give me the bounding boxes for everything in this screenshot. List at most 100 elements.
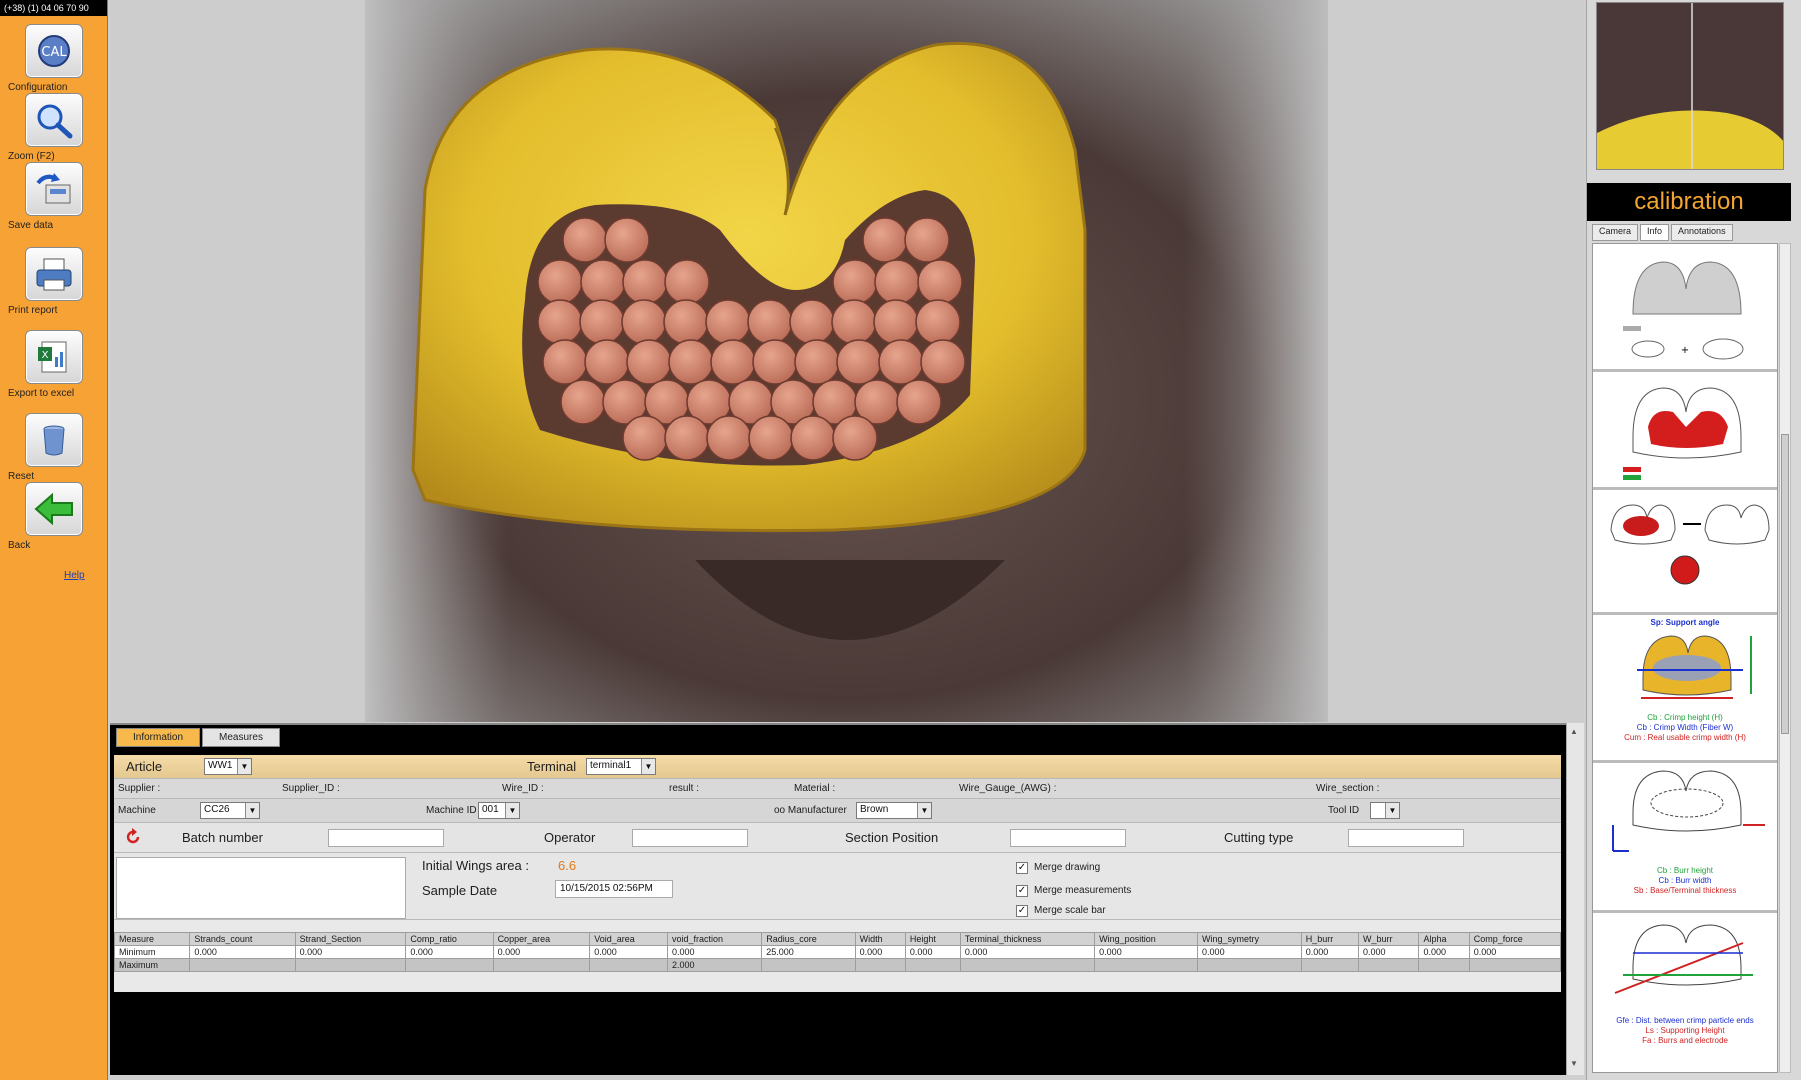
table-cell[interactable]: 0.000 — [1468, 945, 1562, 959]
column-header: Copper_area — [492, 932, 591, 946]
table-cell[interactable]: Maximum — [113, 958, 191, 972]
help-link[interactable]: Help — [64, 570, 85, 581]
copper-strand — [579, 299, 625, 345]
table-cell[interactable] — [294, 958, 407, 972]
table-cell[interactable]: 0.000 — [854, 945, 906, 959]
table-cell[interactable] — [492, 958, 591, 972]
copper-strand — [904, 217, 950, 263]
table-cell[interactable] — [1300, 958, 1360, 972]
copper-strand — [831, 299, 877, 345]
table-cell[interactable]: 0.000 — [189, 945, 296, 959]
guide-scrollbar[interactable] — [1779, 243, 1791, 1073]
back-button[interactable]: Back — [8, 482, 100, 551]
configuration-button[interactable]: CAL Configuration — [8, 24, 100, 93]
batch-number-input[interactable] — [328, 829, 444, 847]
wire-section-label: Wire_section : — [1316, 783, 1380, 794]
terminal-label: Terminal — [527, 759, 577, 774]
machine-row: Machine CC26 ▼ Machine ID 001 ▼ oo Manufac… — [114, 799, 1561, 823]
batch-row: Batch number Operator Section Position C… — [114, 823, 1561, 853]
information-panel: Information Measures Article WW1 ▼ Termin… — [110, 723, 1566, 1075]
table-cell[interactable]: 25.000 — [761, 945, 856, 959]
table-cell[interactable]: Minimum — [113, 945, 191, 959]
info-panel-scrollbar[interactable]: ▲ ▼ — [1566, 723, 1584, 1075]
table-cell[interactable] — [589, 958, 668, 972]
svg-text:CAL: CAL — [41, 45, 67, 60]
copper-strand — [878, 339, 924, 385]
merge-measurements-checkbox[interactable]: ✓ — [1016, 885, 1028, 897]
terminal-select[interactable]: terminal1 ▼ — [586, 758, 656, 775]
tab-annotations[interactable]: Annotations — [1671, 224, 1733, 241]
refresh-icon[interactable] — [123, 827, 143, 847]
table-cell[interactable] — [1468, 958, 1562, 972]
manufacturer-select[interactable]: Brown ▼ — [856, 802, 932, 819]
table-cell[interactable]: 0.000 — [1094, 945, 1199, 959]
scroll-up-icon[interactable]: ▲ — [1570, 727, 1578, 736]
export-excel-button[interactable]: X Export to excel — [8, 330, 100, 399]
table-cell[interactable]: 0.000 — [405, 945, 494, 959]
machine-select[interactable]: CC26 ▼ — [200, 802, 260, 819]
table-cell[interactable] — [189, 958, 296, 972]
zoom-button[interactable]: Zoom (F2) — [8, 93, 100, 162]
table-cell[interactable] — [405, 958, 494, 972]
copper-strand — [752, 339, 798, 385]
reset-label: Reset — [8, 471, 35, 482]
cutting-type-input[interactable] — [1348, 829, 1464, 847]
print-report-label: Print report — [8, 305, 58, 316]
tool-id-select[interactable]: ▼ — [1370, 802, 1400, 819]
copper-strand — [706, 415, 752, 461]
copper-strand — [537, 299, 583, 345]
table-cell[interactable] — [1418, 958, 1470, 972]
calibration-title: calibration — [1587, 183, 1791, 221]
print-report-button[interactable]: Print report — [8, 247, 100, 316]
table-cell[interactable]: 0.000 — [589, 945, 668, 959]
table-cell[interactable]: 0.000 — [492, 945, 591, 959]
merge-drawing-label: Merge drawing — [1034, 862, 1101, 873]
table-cell[interactable]: 0.000 — [959, 945, 1096, 959]
section-position-input[interactable] — [1010, 829, 1126, 847]
preview-thumbnail[interactable] — [1596, 2, 1784, 170]
copper-strand — [862, 217, 908, 263]
manufacturer-label: oo Manufacturer — [774, 805, 847, 816]
save-data-button[interactable]: Save data — [8, 162, 100, 231]
merge-drawing-checkbox[interactable]: ✓ — [1016, 862, 1028, 874]
table-cell[interactable] — [1197, 958, 1302, 972]
merge-scale-bar-checkbox[interactable]: ✓ — [1016, 905, 1028, 917]
table-cell[interactable] — [959, 958, 1096, 972]
column-header: Alpha — [1418, 932, 1470, 946]
sample-date-input[interactable]: 10/15/2015 02:56PM — [555, 880, 673, 898]
tab-information[interactable]: Information — [116, 728, 201, 747]
table-cell[interactable]: 2.000 — [666, 958, 763, 972]
crimp-cross-section-image[interactable] — [365, 0, 1328, 722]
article-select[interactable]: WW1 ▼ — [204, 758, 252, 775]
copper-strand — [873, 299, 919, 345]
table-cell[interactable]: 0.000 — [1358, 945, 1420, 959]
image-viewer[interactable] — [110, 0, 1584, 722]
comment-textarea[interactable] — [116, 857, 406, 919]
table-cell[interactable] — [904, 958, 961, 972]
reset-button[interactable]: Reset — [8, 413, 100, 482]
table-cell[interactable] — [1358, 958, 1420, 972]
table-cell[interactable]: 0.000 — [666, 945, 763, 959]
scroll-down-icon[interactable]: ▼ — [1570, 1059, 1578, 1068]
table-cell[interactable] — [854, 958, 906, 972]
export-excel-label: Export to excel — [8, 388, 75, 399]
copper-strand — [789, 299, 835, 345]
copper-strand — [664, 415, 710, 461]
table-cell[interactable] — [761, 958, 856, 972]
table-cell[interactable] — [1094, 958, 1199, 972]
column-header: Strand_Section — [294, 932, 407, 946]
table-cell[interactable]: 0.000 — [1418, 945, 1470, 959]
tab-measures[interactable]: Measures — [202, 728, 280, 747]
table-cell[interactable]: 0.000 — [294, 945, 407, 959]
table-cell[interactable]: 0.000 — [1197, 945, 1302, 959]
tab-camera[interactable]: Camera — [1592, 224, 1639, 241]
machine-id-select[interactable]: 001 ▼ — [478, 802, 520, 819]
chevron-down-icon: ▼ — [917, 803, 931, 818]
supplier-label: Supplier : — [118, 783, 161, 794]
copper-strand — [622, 259, 668, 305]
operator-input[interactable] — [632, 829, 748, 847]
guide-scroll-thumb[interactable] — [1781, 434, 1789, 734]
table-cell[interactable]: 0.000 — [1300, 945, 1360, 959]
table-cell[interactable]: 0.000 — [904, 945, 961, 959]
tab-info[interactable]: Info — [1640, 224, 1670, 241]
